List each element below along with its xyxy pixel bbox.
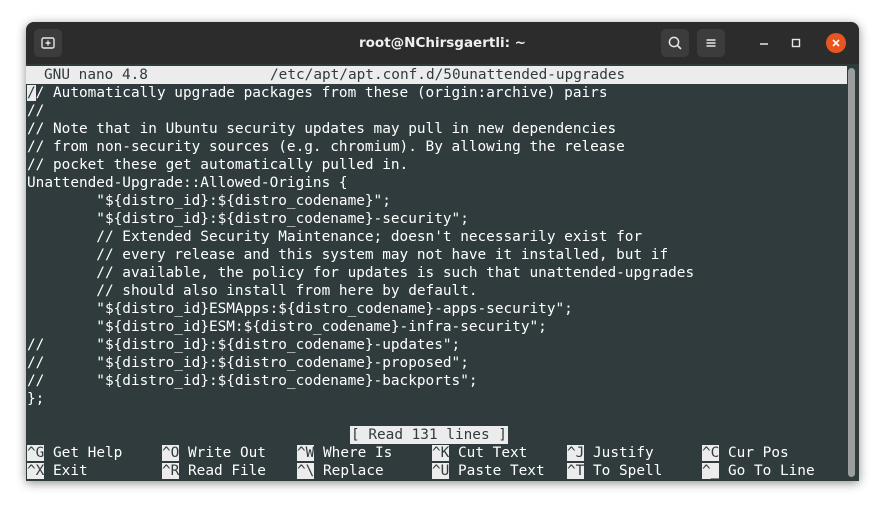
editor-line[interactable]: "${distro_id}ESM:${distro_codename}-infr… [27, 318, 547, 336]
shortcut-item: ^\ Replace [297, 462, 384, 480]
shortcut-item: ^J Justify [567, 444, 654, 462]
editor-line[interactable]: // Note that in Ubuntu security updates … [27, 120, 616, 138]
editor-line[interactable]: // available, the policy for updates is … [27, 264, 694, 282]
editor-line[interactable]: // should also install from here by defa… [27, 282, 477, 300]
search-icon [668, 36, 682, 50]
shortcut-label: To Spell [593, 463, 663, 479]
shortcut-key: ^\ [297, 463, 315, 479]
shortcut-item: ^W Where Is [297, 444, 392, 462]
shortcut-key: ^_ [702, 463, 720, 479]
editor-line[interactable]: // "${distro_id}:${distro_codename}-back… [27, 372, 478, 390]
shortcut-key: ^G [27, 445, 45, 461]
editor-line[interactable]: }; [27, 390, 44, 408]
shortcut-key: ^U [432, 463, 450, 479]
shortcut-item: ^K Cut Text [432, 444, 527, 462]
nano-header: GNU nano 4.8 /etc/apt/apt.conf.d/50unatt… [26, 66, 847, 84]
editor-line[interactable]: "${distro_id}ESMApps:${distro_codename}-… [27, 300, 573, 318]
close-icon [832, 39, 840, 47]
shortcut-label: Paste Text [458, 463, 545, 479]
shortcut-label: Write Out [188, 445, 266, 461]
shortcut-item: ^G Get Help [27, 444, 122, 462]
scrollbar-thumb[interactable] [848, 68, 855, 477]
line-text: / Automatically upgrade packages from th… [35, 85, 608, 101]
shortcut-label: Get Help [53, 445, 123, 461]
search-button[interactable] [661, 29, 689, 57]
shortcut-item: ^C Cur Pos [702, 444, 789, 462]
editor-line[interactable]: // Automatically upgrade packages from t… [27, 84, 608, 102]
shortcut-key: ^K [432, 445, 450, 461]
title-bar[interactable]: root@NChirsgaertli: ~ [26, 22, 859, 64]
shortcut-label: Read File [188, 463, 266, 479]
shortcut-label: Replace [323, 463, 384, 479]
editor-line[interactable]: // "${distro_id}:${distro_codename}-prop… [27, 354, 469, 372]
shortcut-label: Exit [53, 463, 88, 479]
terminal-area[interactable]: GNU nano 4.8 /etc/apt/apt.conf.d/50unatt… [26, 64, 859, 481]
shortcut-key: ^C [702, 445, 720, 461]
shortcut-label: Cut Text [458, 445, 528, 461]
window-title: root@NChirsgaertli: ~ [358, 35, 526, 51]
menu-button[interactable] [697, 29, 725, 57]
shortcut-key: ^W [297, 445, 315, 461]
editor-line[interactable]: // every release and this system may not… [27, 246, 668, 264]
shortcut-key: ^X [27, 463, 45, 479]
new-tab-icon [41, 37, 55, 49]
nano-editor[interactable]: GNU nano 4.8 /etc/apt/apt.conf.d/50unatt… [26, 64, 849, 481]
maximize-button[interactable] [786, 33, 806, 53]
scrollbar[interactable] [848, 68, 855, 477]
shortcut-item: ^T To Spell [567, 462, 662, 480]
status-message: [ Read 131 lines ] [350, 426, 508, 444]
editor-line[interactable]: // pocket these get automatically pulled… [27, 156, 408, 174]
minimize-button[interactable] [754, 33, 774, 53]
editor-line[interactable]: // [27, 102, 44, 120]
editor-line[interactable]: "${distro_id}:${distro_codename}"; [27, 192, 391, 210]
shortcut-label: Where Is [323, 445, 393, 461]
shortcut-item: ^X Exit [27, 462, 88, 480]
shortcut-label: Justify [593, 445, 654, 461]
nano-version: GNU nano 4.8 [44, 67, 148, 83]
terminal-window: root@NChirsgaertli: ~ GNU nano 4.8 /etc/… [26, 22, 859, 481]
maximize-icon [791, 38, 801, 48]
new-tab-button[interactable] [34, 29, 62, 57]
close-button[interactable] [826, 33, 846, 53]
nano-filename: /etc/apt/apt.conf.d/50unattended-upgrade… [270, 67, 626, 83]
shortcut-item: ^R Read File [162, 462, 266, 480]
shortcut-item: ^_ Go To Line [702, 462, 815, 480]
shortcut-key: ^O [162, 445, 180, 461]
shortcut-item: ^O Write Out [162, 444, 266, 462]
editor-line[interactable]: "${distro_id}:${distro_codename}-securit… [27, 210, 469, 228]
shortcut-label: Go To Line [728, 463, 815, 479]
shortcut-key: ^R [162, 463, 180, 479]
hamburger-menu-icon [706, 39, 716, 47]
shortcut-item: ^U Paste Text [432, 462, 545, 480]
minimize-icon [760, 43, 768, 45]
shortcut-label: Cur Pos [728, 445, 789, 461]
editor-line[interactable]: // Extended Security Maintenance; doesn'… [27, 228, 642, 246]
shortcut-key: ^T [567, 463, 585, 479]
editor-line[interactable]: // "${distro_id}:${distro_codename}-upda… [27, 336, 460, 354]
editor-line[interactable]: Unattended-Upgrade::Allowed-Origins { [27, 174, 348, 192]
shortcut-key: ^J [567, 445, 585, 461]
text-cursor: / [27, 85, 36, 101]
editor-line[interactable]: // from non-security sources (e.g. chrom… [27, 138, 625, 156]
